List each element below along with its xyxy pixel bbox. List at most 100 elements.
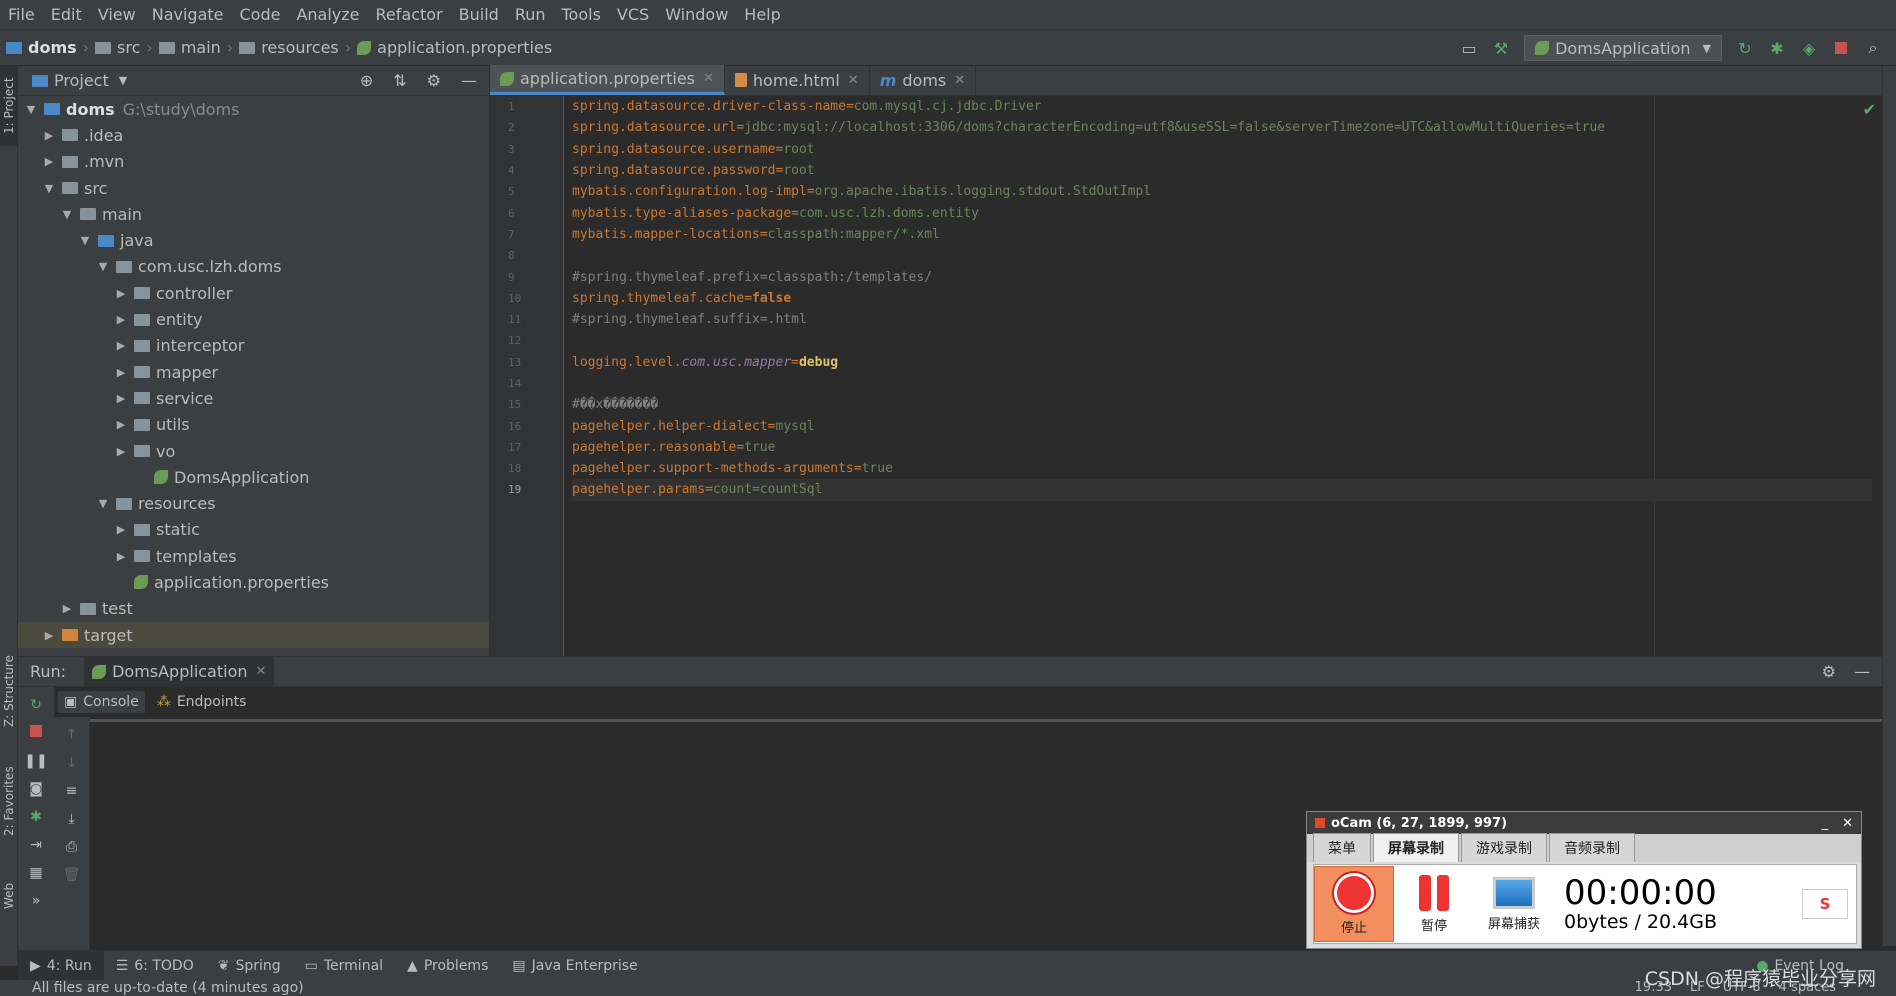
bottom-tab-todo[interactable]: ☰ 6: TODO [104, 951, 206, 981]
line-number[interactable]: 8 [490, 245, 563, 266]
side-tab-favorites[interactable]: 2: Favorites [0, 756, 18, 846]
bottom-tab-terminal[interactable]: ▭ Terminal [293, 951, 395, 981]
menu-analyze[interactable]: Analyze [288, 5, 367, 24]
ocam-tab-audio-record[interactable]: 音频录制 [1549, 833, 1635, 862]
expand-arrow-icon[interactable]: ▶ [114, 392, 128, 405]
menu-refactor[interactable]: Refactor [368, 5, 451, 24]
expand-arrow-icon[interactable]: ▶ [60, 602, 74, 615]
bottom-tab-spring[interactable]: ❦ Spring [206, 951, 293, 981]
tree-item-domsapplication[interactable]: DomsApplication [18, 464, 489, 490]
soft-wrap-icon[interactable]: ≡ [66, 783, 78, 799]
line-number[interactable]: 17 [490, 437, 563, 458]
side-tab-web[interactable]: Web [0, 866, 18, 926]
expand-arrow-icon[interactable]: ▶ [114, 418, 128, 431]
line-number[interactable]: 18 [490, 458, 563, 479]
expand-arrow-icon[interactable]: ▶ [114, 313, 128, 326]
arrow-up-icon[interactable]: ↑ [66, 727, 78, 743]
debug-icon[interactable]: ✱ [30, 809, 42, 825]
tree-item-idea[interactable]: ▶ .idea [18, 122, 489, 148]
close-icon[interactable]: ✕ [848, 73, 859, 88]
ocam-tab-menu[interactable]: 菜单 [1313, 833, 1371, 862]
expand-arrow-icon[interactable]: ▼ [42, 182, 56, 195]
run-configuration-select[interactable]: DomsApplication ▼ [1524, 35, 1722, 61]
line-number[interactable]: 6 [490, 202, 563, 223]
line-number[interactable]: 13 [490, 352, 563, 373]
rerun-icon[interactable]: ↻ [1736, 39, 1754, 58]
tree-item-templates[interactable]: ▶ templates [18, 543, 489, 569]
tree-item-doms[interactable]: ▼ doms G:\study\doms [18, 96, 489, 122]
expand-arrow-icon[interactable]: ▼ [96, 260, 110, 273]
tab-application-properties[interactable]: application.properties ✕ [490, 65, 725, 95]
tree-item-interceptor[interactable]: ▶ interceptor [18, 333, 489, 359]
debug-bug-icon[interactable]: ✱ [1768, 39, 1786, 58]
side-tab-project[interactable]: 1: Project [0, 66, 18, 146]
bottom-tab-problems[interactable]: ▲ Problems [395, 951, 500, 981]
expand-arrow-icon[interactable]: ▶ [42, 629, 56, 642]
line-number[interactable]: 10 [490, 288, 563, 309]
run-config-tab[interactable]: DomsApplication ✕ [84, 656, 275, 687]
menu-tools[interactable]: Tools [554, 5, 609, 24]
minimize-icon[interactable]: _ [1822, 816, 1829, 831]
endpoints-tab[interactable]: ⁂ Endpoints [151, 691, 253, 713]
expand-arrow-icon[interactable]: ▶ [42, 129, 56, 142]
expand-arrow-icon[interactable]: ▶ [114, 445, 128, 458]
more-icon[interactable]: » [32, 893, 41, 909]
close-icon[interactable]: ✕ [703, 71, 714, 86]
breadcrumb-resources[interactable]: resources › [239, 38, 357, 57]
coverage-icon[interactable]: ◈ [1800, 39, 1818, 58]
tab-home-html[interactable]: home.html ✕ [725, 65, 870, 95]
trash-icon[interactable]: 🗑 [63, 867, 81, 883]
tree-item-test[interactable]: ▶ test [18, 596, 489, 622]
arrow-down-icon[interactable]: ↓ [66, 755, 78, 771]
console-tab[interactable]: ▣ Console [58, 691, 145, 713]
bottom-tab-java-enterprise[interactable]: ▤ Java Enterprise [500, 951, 649, 981]
ocam-tab-game-record[interactable]: 游戏录制 [1461, 833, 1547, 862]
tree-item-service[interactable]: ▶ service [18, 385, 489, 411]
menu-help[interactable]: Help [736, 5, 788, 24]
line-number[interactable]: 5 [490, 181, 563, 202]
print-icon[interactable]: ⎙ [66, 839, 77, 855]
tree-item-application-properties[interactable]: application.properties [18, 569, 489, 595]
tree-item-utils[interactable]: ▶ utils [18, 412, 489, 438]
search-icon[interactable]: ⌕ [1864, 38, 1882, 57]
menu-run[interactable]: Run [507, 5, 554, 24]
rerun-icon[interactable]: ↻ [30, 697, 42, 713]
expand-arrow-icon[interactable]: ▶ [114, 287, 128, 300]
side-tab-structure[interactable]: Z: Structure [0, 646, 18, 736]
project-panel-title[interactable]: Project [54, 71, 109, 90]
tree-item-target[interactable]: ▶ target [18, 621, 489, 649]
expand-arrow-icon[interactable]: ▶ [42, 155, 56, 168]
breadcrumb-application-properties[interactable]: application.properties [357, 38, 552, 57]
build-hammer-icon[interactable]: ⚒ [1492, 39, 1510, 58]
menu-file[interactable]: File [0, 5, 43, 24]
close-icon[interactable]: ✕ [954, 73, 965, 88]
ocam-pause-button[interactable]: 暂停 [1394, 866, 1474, 942]
restore-layout-icon[interactable]: ⇥ [30, 837, 42, 853]
collapse-all-icon[interactable]: ⇅ [393, 71, 406, 90]
window-icon[interactable]: ▭ [1460, 39, 1478, 58]
line-number[interactable]: 2 [490, 117, 563, 138]
menu-code[interactable]: Code [232, 5, 289, 24]
ocam-capture-button[interactable]: 屏幕捕获 [1474, 866, 1554, 942]
menu-view[interactable]: View [90, 5, 144, 24]
line-number[interactable]: 14 [490, 373, 563, 394]
pause-icon[interactable]: ❚❚ [24, 753, 47, 769]
tree-item-java[interactable]: ▼ java [18, 227, 489, 253]
menu-window[interactable]: Window [657, 5, 736, 24]
tree-item-mapper[interactable]: ▶ mapper [18, 359, 489, 385]
minimize-icon[interactable]: — [461, 71, 477, 90]
ocam-tab-screen-record[interactable]: 屏幕录制 [1373, 833, 1459, 862]
stop-icon[interactable] [1832, 39, 1850, 57]
menu-vcs[interactable]: VCS [609, 5, 657, 24]
code-editor[interactable]: spring.datasource.driver-class-name = com.… [572, 96, 1872, 656]
expand-arrow-icon[interactable]: ▶ [114, 550, 128, 563]
expand-arrow-icon[interactable]: ▼ [60, 208, 74, 221]
menu-build[interactable]: Build [451, 5, 507, 24]
stop-icon[interactable] [30, 725, 42, 741]
close-icon[interactable]: ✕ [1842, 816, 1853, 831]
tree-item-mvn[interactable]: ▶ .mvn [18, 149, 489, 175]
gear-icon[interactable]: ⚙ [1822, 662, 1836, 681]
line-number[interactable]: 15 [490, 394, 563, 415]
breadcrumb-src[interactable]: src › [95, 38, 159, 57]
tab-doms[interactable]: m doms ✕ [870, 65, 977, 95]
